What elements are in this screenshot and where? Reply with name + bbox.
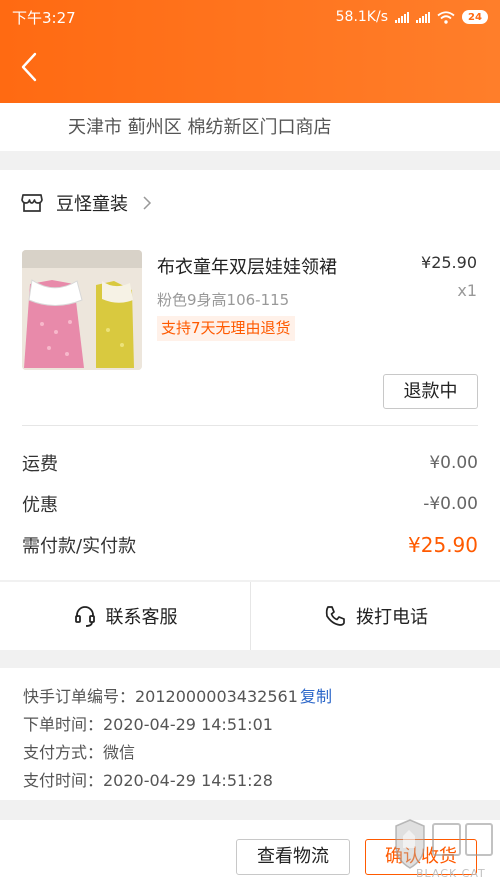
product-quantity: x1 — [457, 281, 477, 300]
total-row: 需付款/实付款 ¥25.90 — [22, 532, 478, 558]
order-number: 快手订单编号：2012000003432561 — [23, 687, 298, 706]
call-button[interactable]: 拨打电话 — [250, 582, 500, 650]
status-time: 下午3:27 — [12, 8, 76, 27]
customer-service-button[interactable]: 联系客服 — [0, 582, 250, 650]
discount-value: -¥0.00 — [423, 494, 478, 514]
dress-photo — [22, 250, 142, 370]
product-price: ¥25.90 — [421, 253, 477, 272]
status-bar: 下午3:27 58.1K/s 24 — [0, 0, 500, 34]
shipping-address: 天津市 蓟州区 棉纺新区门口商店 — [68, 117, 332, 138]
page-header: 下午3:27 58.1K/s 24 — [0, 0, 500, 103]
shop-row[interactable]: 豆怪童装 — [20, 188, 152, 218]
product-image[interactable] — [22, 250, 142, 370]
call-label: 拨打电话 — [356, 607, 428, 628]
battery-indicator: 24 — [462, 10, 488, 24]
summary-divider — [22, 425, 478, 426]
address-card: 天津市 蓟州区 棉纺新区门口商店 — [0, 103, 500, 151]
watermark: BLACK CAT — [378, 816, 500, 888]
chevron-left-icon — [21, 52, 37, 82]
watermark-text: BLACK CAT — [416, 867, 486, 880]
order-card: 豆怪童装 布衣童年双层娃娃领裙 ¥25.90 粉色9身高106-115 x1 支… — [0, 170, 500, 580]
network-speed: 58.1K/s — [335, 9, 388, 25]
shop-name: 豆怪童装 — [56, 194, 128, 215]
signal-icon — [395, 11, 409, 23]
status-icons: 58.1K/s 24 — [336, 9, 488, 25]
product-title[interactable]: 布衣童年双层娃娃领裙 — [157, 253, 337, 279]
payment-method: 支付方式：微信 — [23, 743, 136, 762]
discount-row: 优惠 -¥0.00 — [22, 491, 478, 517]
headset-icon — [74, 606, 95, 627]
customer-service-label: 联系客服 — [105, 607, 178, 628]
total-value: ¥25.90 — [408, 533, 478, 557]
wifi-icon — [437, 10, 455, 24]
refund-status-button[interactable]: 退款中 — [383, 374, 478, 409]
return-policy-badge: 支持7天无理由退货 — [157, 316, 295, 341]
phone-icon — [325, 606, 345, 626]
discount-label: 优惠 — [22, 495, 58, 516]
view-logistics-button[interactable]: 查看物流 — [236, 839, 350, 875]
product-spec: 粉色9身高106-115 — [157, 291, 290, 309]
signal-icon-2 — [416, 11, 430, 23]
total-label: 需付款/实付款 — [22, 536, 137, 557]
shipping-fee-label: 运费 — [22, 454, 58, 475]
order-created-time: 下单时间：2020-04-29 14:51:01 — [23, 715, 273, 734]
copy-order-number-link[interactable]: 复制 — [300, 683, 332, 707]
store-icon — [21, 194, 43, 212]
back-button[interactable] — [12, 50, 46, 84]
shipping-fee-row: 运费 ¥0.00 — [22, 450, 478, 476]
shipping-fee-value: ¥0.00 — [429, 453, 478, 473]
chevron-right-icon — [143, 196, 152, 210]
contact-card: 联系客服 拨打电话 — [0, 582, 500, 650]
payment-time: 支付时间：2020-04-29 14:51:28 — [23, 771, 273, 790]
